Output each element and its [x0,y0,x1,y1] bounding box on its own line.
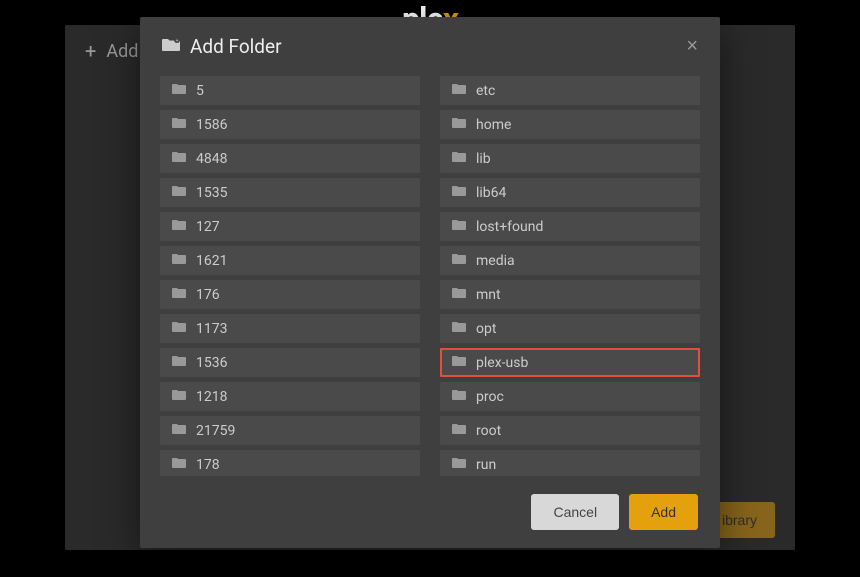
modal-close-button[interactable]: × [686,35,698,58]
modal-footer: Cancel Add [140,476,720,548]
folder-icon [172,253,186,268]
folder-icon [452,117,466,132]
folder-icon [172,457,186,472]
bg-header-label: Add [106,41,138,62]
folder-icon [172,321,186,336]
folder-label: mnt [476,287,501,303]
folder-icon [172,117,186,132]
folder-label: 5 [196,83,204,99]
folder-icon [452,355,466,370]
folder-icon [172,355,186,370]
folder-label: 1173 [196,321,227,337]
folder-item[interactable]: 1535 [160,178,420,207]
folder-label: opt [476,321,496,337]
folder-label: lib64 [476,185,506,201]
folder-icon [172,423,186,438]
folder-icon [452,253,466,268]
plus-icon: + [85,39,96,63]
folder-column-right: etc home lib lib64 lost+found media mnt opt plex… [440,76,700,476]
folder-item[interactable]: lost+found [440,212,700,241]
folder-item[interactable]: 127 [160,212,420,241]
folder-item[interactable]: etc [440,76,700,105]
folder-icon [452,83,466,98]
folder-label: root [476,423,501,439]
folder-item[interactable]: root [440,416,700,445]
folder-item[interactable]: media [440,246,700,275]
folder-icon [452,321,466,336]
folder-label: 1535 [196,185,227,201]
folder-icon [452,287,466,302]
folder-label: media [476,253,515,269]
folder-icon [452,219,466,234]
folder-label: lost+found [476,219,543,235]
folder-item[interactable]: 176 [160,280,420,309]
folder-item[interactable]: 178 [160,450,420,476]
folder-label: run [476,457,496,473]
folder-item[interactable]: run [440,450,700,476]
add-button[interactable]: Add [629,494,698,530]
folder-icon [452,389,466,404]
folder-label: proc [476,389,504,405]
folder-label: plex-usb [476,355,528,371]
folder-item[interactable]: opt [440,314,700,343]
folder-icon [452,423,466,438]
folder-item[interactable]: lib [440,144,700,173]
folder-label: lib [476,151,491,167]
folder-columns: 5 1586 4848 1535 127 1621 176 1173 1536 1218 21759… [160,76,700,476]
add-folder-modal: + Add Folder × 5 1586 4848 1535 127 1621 176 11… [140,17,720,548]
folder-label: 1218 [196,389,227,405]
folder-label: 1621 [196,253,227,269]
folder-item[interactable]: 1621 [160,246,420,275]
folder-label: home [476,117,511,133]
folder-item[interactable]: 4848 [160,144,420,173]
folder-item[interactable]: mnt [440,280,700,309]
folder-label: 1586 [196,117,227,133]
folder-icon [452,457,466,472]
modal-header: + Add Folder × [140,17,720,76]
folder-item[interactable]: 5 [160,76,420,105]
folder-item[interactable]: 1218 [160,382,420,411]
folder-icon [172,151,186,166]
folder-icon [452,151,466,166]
folder-label: 178 [196,457,220,473]
folder-item[interactable]: lib64 [440,178,700,207]
folder-item[interactable]: plex-usb [440,348,700,377]
folder-add-icon: + [162,37,180,56]
folder-label: 4848 [196,151,227,167]
folder-icon [452,185,466,200]
folder-icon [172,185,186,200]
folder-label: 21759 [196,423,235,439]
folder-label: 176 [196,287,220,303]
folder-label: 127 [196,219,220,235]
folder-item[interactable]: 1586 [160,110,420,139]
folder-icon [172,83,186,98]
cancel-button[interactable]: Cancel [531,494,619,530]
folder-icon [172,219,186,234]
folder-icon [172,389,186,404]
folder-label: 1536 [196,355,227,371]
folder-item[interactable]: 21759 [160,416,420,445]
modal-body: 5 1586 4848 1535 127 1621 176 1173 1536 1218 21759… [140,76,720,476]
folder-item[interactable]: proc [440,382,700,411]
folder-item[interactable]: home [440,110,700,139]
svg-text:+: + [176,38,179,44]
modal-title: Add Folder [190,35,282,58]
folder-item[interactable]: 1173 [160,314,420,343]
folder-column-left: 5 1586 4848 1535 127 1621 176 1173 1536 1218 21759… [160,76,420,476]
folder-icon [172,287,186,302]
folder-label: etc [476,83,495,99]
folder-item[interactable]: 1536 [160,348,420,377]
